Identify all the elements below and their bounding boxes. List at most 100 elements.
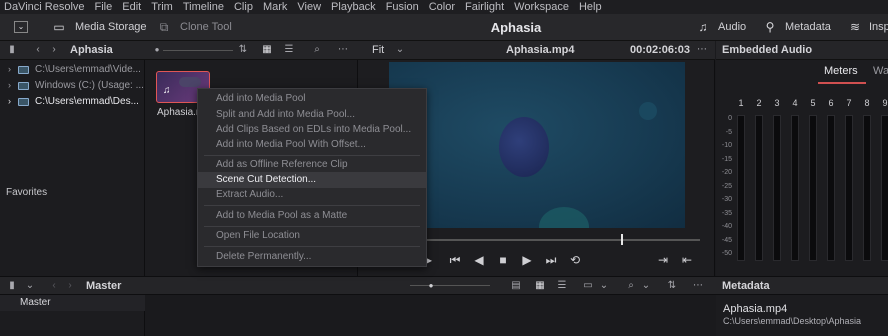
- location-videos[interactable]: › C:\Users\emmad\Vide...: [0, 62, 145, 78]
- location-desktop[interactable]: › C:\Users\emmad\Des...: [0, 94, 145, 110]
- audio-panel-title: Embedded Audio: [722, 44, 813, 56]
- zoom-slider-knob-icon[interactable]: ●: [151, 44, 163, 56]
- menu-item-scene-cut-detection[interactable]: Scene Cut Detection...: [198, 172, 426, 188]
- menu-item-add-with-offset[interactable]: Add into Media Pool With Offset...: [198, 137, 426, 153]
- play-icon[interactable]: ▶: [520, 253, 534, 267]
- db-tick-label: -5: [725, 128, 732, 136]
- storage-tree: › C:\Users\emmad\Vide... › Windows (C:) …: [0, 60, 145, 276]
- audio-icon[interactable]: ♫: [696, 20, 710, 34]
- menu-separator: [204, 246, 420, 247]
- media-pool-title: Master: [86, 280, 122, 292]
- media-pool-area[interactable]: [145, 295, 716, 336]
- channel-number: 6: [828, 98, 834, 108]
- list-view-icon[interactable]: ☰: [283, 44, 295, 56]
- search-icon[interactable]: ⌕: [625, 280, 637, 292]
- menu-item-split-and-add[interactable]: Split and Add into Media Pool...: [198, 107, 426, 123]
- chevron-down-icon[interactable]: ⌄: [24, 280, 36, 292]
- menu-item-extract-audio[interactable]: Extract Audio...: [198, 187, 426, 203]
- grid-view-icon[interactable]: ▦: [534, 280, 546, 292]
- sidebar-toggle-icon[interactable]: ▮: [6, 44, 18, 56]
- pool-zoom-slider[interactable]: [410, 285, 490, 286]
- storage-header: ▮ ‹ › Aphasia: [0, 41, 145, 60]
- menu-color[interactable]: Color: [429, 1, 455, 13]
- location-windows[interactable]: › Windows (C:) (Usage: ...: [0, 78, 145, 94]
- metadata-icon[interactable]: ⚲: [763, 20, 777, 34]
- location-label: Windows (C:) (Usage: ...: [35, 80, 144, 91]
- audio-button[interactable]: Audio: [718, 21, 746, 33]
- filmstrip-icon[interactable]: ▭: [582, 280, 594, 292]
- scrub-bar[interactable]: [426, 239, 700, 241]
- menu-playback[interactable]: Playback: [331, 1, 376, 13]
- sort-icon[interactable]: ⇅: [237, 44, 249, 56]
- forward-icon[interactable]: ›: [48, 44, 60, 56]
- forward-icon[interactable]: ›: [64, 280, 76, 292]
- sidebar-toggle-icon[interactable]: ▮: [6, 280, 18, 292]
- meter-bar: [863, 115, 871, 261]
- menu-item-add-clips-edl[interactable]: Add Clips Based on EDLs into Media Pool.…: [198, 122, 426, 138]
- channel-number: 2: [756, 98, 762, 108]
- metadata-view-icon[interactable]: ▤: [510, 280, 522, 292]
- menu-item-open-file-location[interactable]: Open File Location: [198, 228, 426, 244]
- mark-out-icon[interactable]: ⇤: [680, 253, 694, 267]
- playhead[interactable]: [621, 234, 623, 245]
- db-tick-label: -45: [721, 236, 732, 244]
- meter-bar: [737, 115, 745, 261]
- menu-timeline[interactable]: Timeline: [183, 1, 224, 13]
- meter-bar: [845, 115, 853, 261]
- chevron-down-icon[interactable]: ⌄: [598, 280, 610, 292]
- tab-waveform[interactable]: Wa: [873, 65, 888, 77]
- viewer-options-icon[interactable]: ⋯: [696, 44, 708, 56]
- expand-icon[interactable]: ›: [8, 64, 11, 74]
- metadata-button[interactable]: Metadata: [785, 21, 831, 33]
- menu-edit[interactable]: Edit: [122, 1, 141, 13]
- fit-dropdown[interactable]: Fit: [372, 44, 384, 56]
- inspector-button[interactable]: Insp: [869, 21, 888, 33]
- back-icon[interactable]: ‹: [48, 280, 60, 292]
- drive-icon: [18, 66, 29, 74]
- mark-in-icon[interactable]: ⇥: [656, 253, 670, 267]
- grid-view-icon[interactable]: ▦: [261, 44, 273, 56]
- more-options-icon[interactable]: ⋯: [337, 44, 349, 56]
- menu-item-delete-permanently[interactable]: Delete Permanently...: [198, 249, 426, 265]
- menu-mark[interactable]: Mark: [263, 1, 287, 13]
- menu-fusion[interactable]: Fusion: [386, 1, 419, 13]
- zoom-slider[interactable]: [163, 50, 233, 51]
- loop-icon[interactable]: ⟲: [568, 253, 582, 267]
- menu-item-add-into-media-pool[interactable]: Add into Media Pool: [198, 91, 426, 107]
- video-frame[interactable]: [389, 62, 685, 228]
- drive-icon: [18, 82, 29, 90]
- chevron-down-icon[interactable]: ⌄: [394, 44, 406, 56]
- channel-number: 1: [738, 98, 744, 108]
- menu-trim[interactable]: Trim: [151, 1, 173, 13]
- tab-meters[interactable]: Meters: [824, 65, 858, 77]
- menu-item-offline-reference[interactable]: Add as Offline Reference Clip: [198, 157, 426, 173]
- menu-file[interactable]: File: [95, 1, 113, 13]
- search-icon[interactable]: ⌕: [311, 44, 323, 56]
- menu-item-add-as-matte[interactable]: Add to Media Pool as a Matte: [198, 208, 426, 224]
- menu-clip[interactable]: Clip: [234, 1, 253, 13]
- audio-header: Embedded Audio: [716, 41, 888, 60]
- menu-app[interactable]: DaVinci Resolve: [4, 1, 85, 13]
- skip-back-icon[interactable]: ⏮: [448, 253, 462, 268]
- menu-fairlight[interactable]: Fairlight: [465, 1, 504, 13]
- more-options-icon[interactable]: ⋯: [692, 280, 704, 292]
- menu-workspace[interactable]: Workspace: [514, 1, 569, 13]
- sort-icon[interactable]: ⇅: [666, 280, 678, 292]
- menu-help[interactable]: Help: [579, 1, 602, 13]
- menu-view[interactable]: View: [297, 1, 321, 13]
- stop-icon[interactable]: ■: [496, 253, 510, 267]
- chevron-down-icon[interactable]: ⌄: [640, 280, 652, 292]
- back-icon[interactable]: ‹: [32, 44, 44, 56]
- meter-bar: [881, 115, 888, 261]
- skip-forward-icon[interactable]: ⏭: [544, 253, 558, 268]
- inspector-icon[interactable]: ≋: [848, 20, 862, 34]
- slider-knob-icon[interactable]: ●: [425, 280, 437, 292]
- metadata-panel: Aphasia.mp4 C:\Users\emmad\Desktop\Aphas…: [716, 295, 888, 336]
- list-view-icon[interactable]: ☰: [556, 280, 568, 292]
- meter-bar: [791, 115, 799, 261]
- lantern-shape: [499, 117, 549, 177]
- play-reverse-icon[interactable]: ◀: [472, 253, 486, 267]
- expand-icon[interactable]: ›: [8, 80, 11, 90]
- expand-icon[interactable]: ›: [8, 96, 11, 106]
- bin-master[interactable]: Master: [0, 295, 145, 311]
